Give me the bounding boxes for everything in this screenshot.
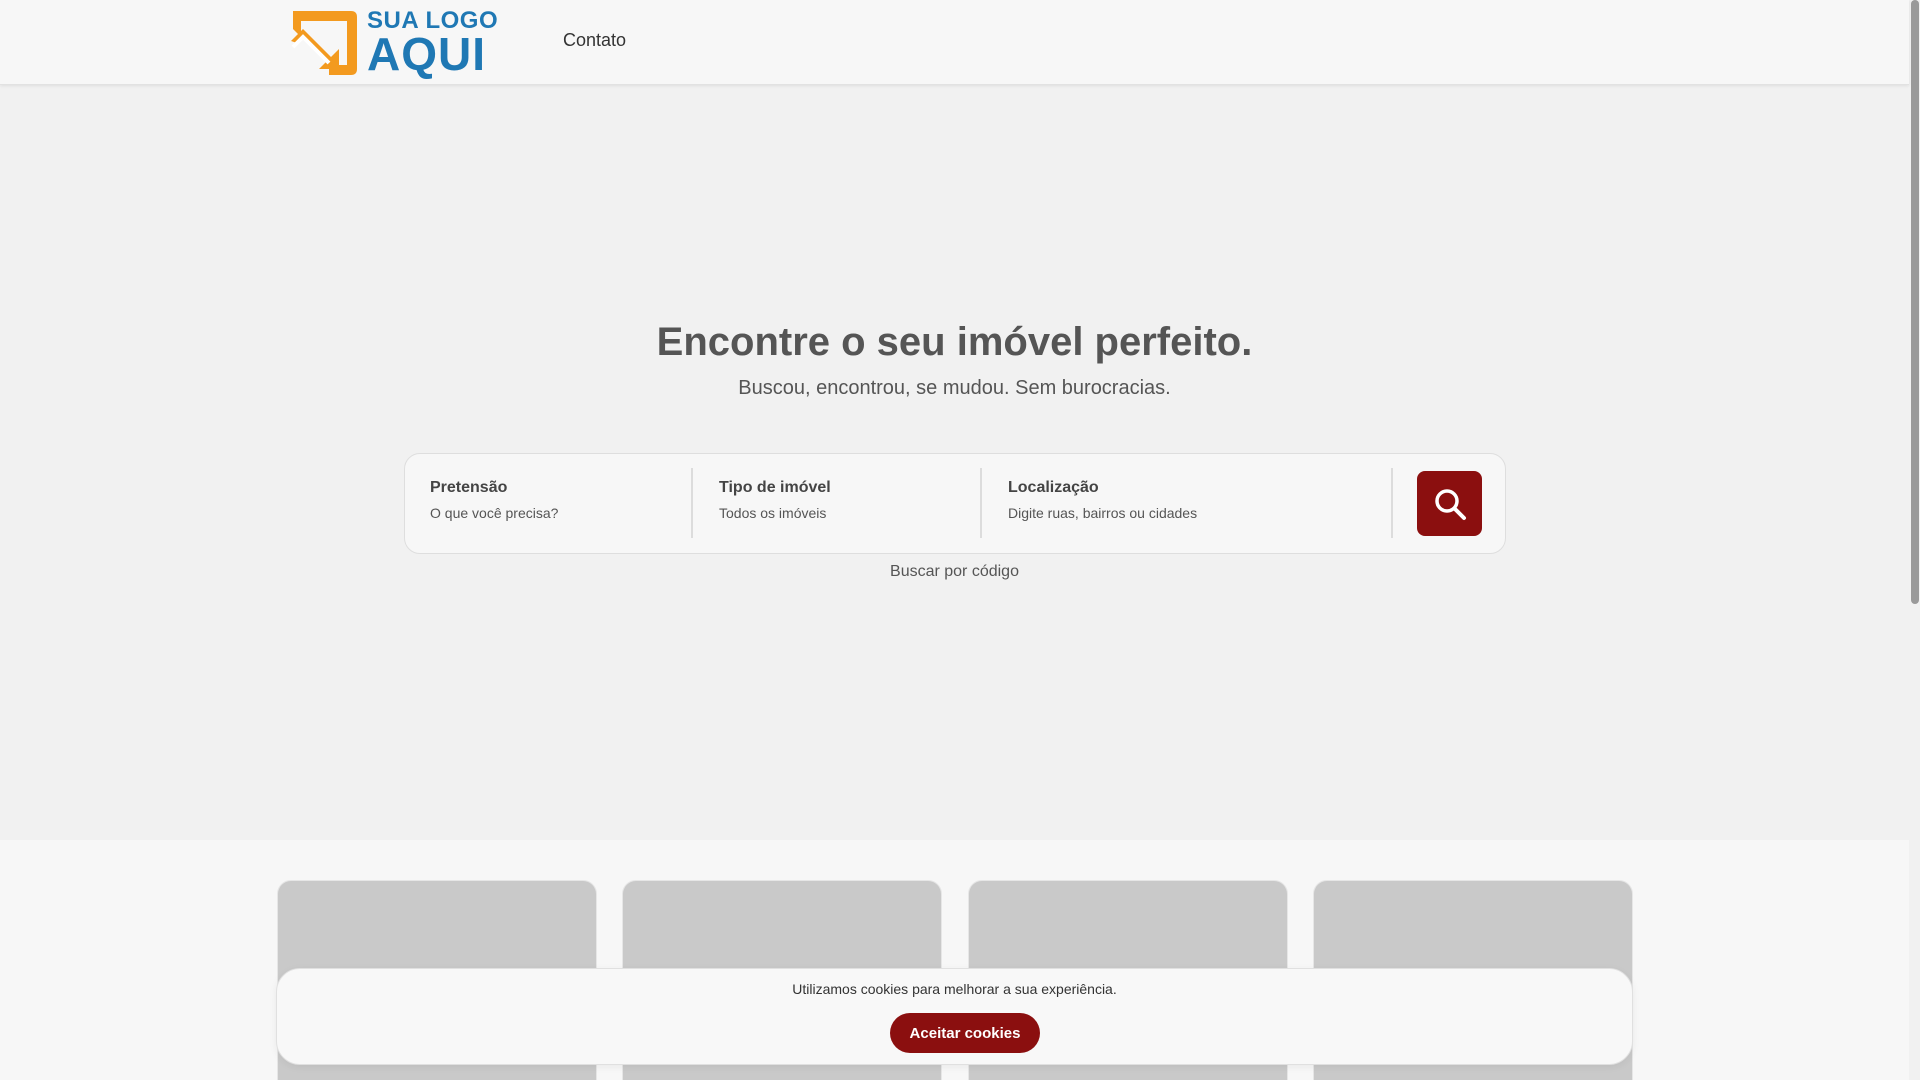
house-logo-icon	[291, 11, 357, 75]
hero-section: Encontre o seu imóvel perfeito. Buscou, …	[0, 85, 1909, 840]
site-logo[interactable]: SUA LOGO AQUI	[289, 7, 505, 78]
logo-text-bottom: AQUI	[367, 27, 486, 80]
search-divider	[1391, 468, 1393, 538]
search-field-value: Digite ruas, bairros ou cidades	[1008, 505, 1198, 521]
search-icon	[1434, 488, 1466, 520]
scrollbar-thumb[interactable]	[1911, 0, 1919, 604]
search-field-pretensao[interactable]: Pretensão O que você precisa?	[430, 454, 690, 555]
site-header: SUA LOGO AQUI Contato	[0, 0, 1909, 85]
accept-cookies-button[interactable]: Aceitar cookies	[890, 1013, 1040, 1053]
search-field-value: Todos os imóveis	[719, 505, 827, 521]
search-divider	[980, 468, 982, 538]
search-button[interactable]	[1417, 471, 1482, 536]
hero-title: Encontre o seu imóvel perfeito.	[656, 320, 1253, 364]
search-field-label: Localização	[1008, 479, 1099, 496]
search-field-value: O que você precisa?	[430, 505, 559, 521]
nav-link-contato[interactable]: Contato	[563, 30, 626, 51]
cookie-banner: Utilizamos cookies para melhorar a sua e…	[276, 968, 1633, 1065]
search-field-tipo-imovel[interactable]: Tipo de imóvel Todos os imóveis	[719, 454, 979, 555]
page-scrollbar[interactable]	[1909, 0, 1920, 1080]
search-field-label: Pretensão	[430, 479, 508, 496]
cookie-message: Utilizamos cookies para melhorar a sua e…	[792, 981, 1117, 997]
search-bar: Pretensão O que você precisa? Tipo de im…	[404, 453, 1506, 554]
search-divider	[691, 468, 693, 538]
hero-subtitle: Buscou, encontrou, se mudou. Sem burocra…	[738, 377, 1171, 399]
search-by-code-link[interactable]: Buscar por código	[0, 563, 1909, 581]
search-field-label: Tipo de imóvel	[719, 479, 831, 496]
search-field-localizacao[interactable]: Localização Digite ruas, bairros ou cida…	[1008, 454, 1388, 555]
logo-text: SUA LOGO AQUI	[367, 8, 498, 80]
